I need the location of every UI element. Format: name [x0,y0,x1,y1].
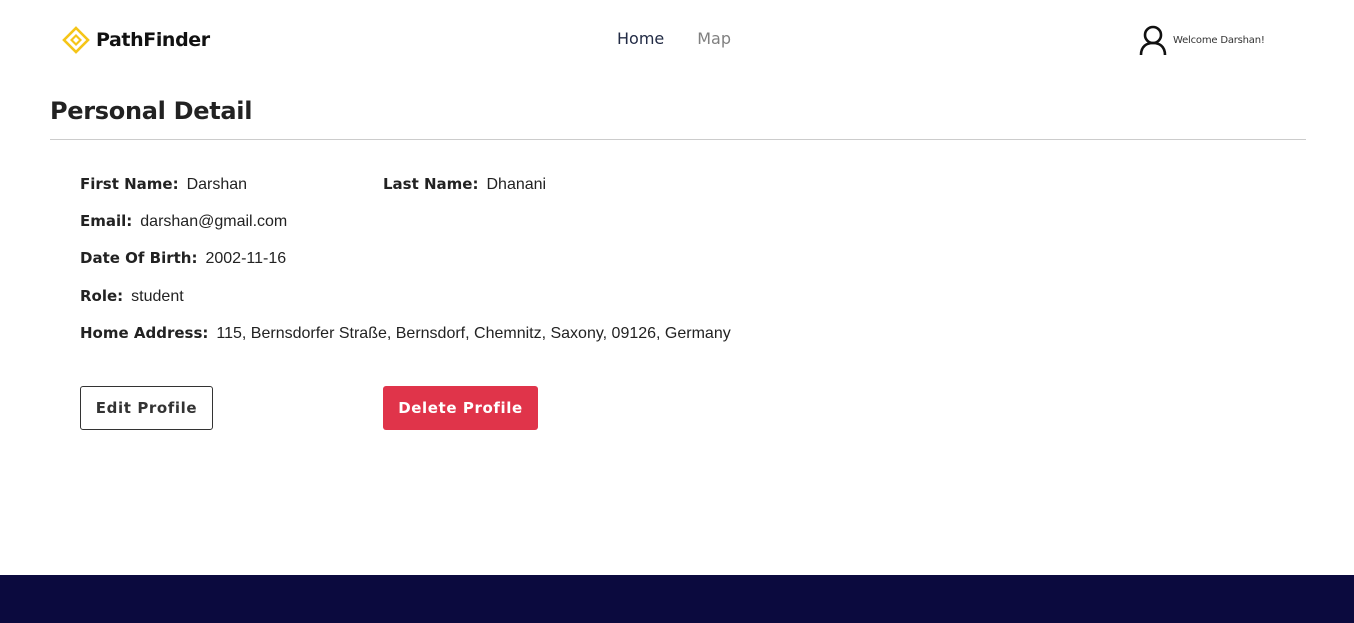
role-label: Role: [80,287,124,305]
user-icon [1139,24,1167,56]
role-field: Role: student [80,286,184,307]
email-label: Email: [80,212,133,230]
dob-field: Date Of Birth: 2002-11-16 [80,248,286,269]
main-nav: Home Map [617,29,731,49]
nav-map-link[interactable]: Map [697,29,731,49]
role-value: student [131,288,184,305]
user-menu[interactable]: Welcome Darshan! [1139,24,1265,56]
last-name-field: Last Name: Dhanani [383,174,546,195]
dob-label: Date Of Birth: [80,249,198,267]
footer [0,575,1354,623]
brand-link[interactable]: PathFinder [62,26,210,54]
dob-value: 2002-11-16 [205,250,287,267]
diamond-logo-icon [62,26,90,54]
address-label: Home Address: [80,324,209,342]
delete-profile-button[interactable]: Delete Profile [383,386,538,430]
navbar: PathFinder Home Map Welcome Darshan! [0,0,1354,80]
first-name-value: Darshan [186,176,248,193]
title-divider [50,139,1306,140]
address-value: 115, Bernsdorfer Straße, Bernsdorf, Chem… [216,325,731,342]
last-name-value: Dhanani [486,176,547,193]
first-name-field: First Name: Darshan [80,174,247,195]
first-name-label: First Name: [80,175,179,193]
email-field: Email: darshan@gmail.com [80,211,287,232]
welcome-text: Welcome Darshan! [1173,34,1265,46]
nav-home-link[interactable]: Home [617,29,664,49]
page-title: Personal Detail [50,97,253,125]
last-name-label: Last Name: [383,175,479,193]
address-field: Home Address: 115, Bernsdorfer Straße, Be… [80,323,731,344]
edit-profile-button[interactable]: Edit Profile [80,386,213,430]
brand-name: PathFinder [96,29,210,51]
email-value: darshan@gmail.com [140,213,288,230]
